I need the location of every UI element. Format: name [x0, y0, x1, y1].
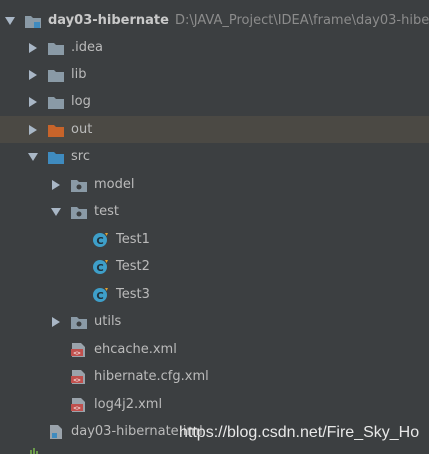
- package-label: utils: [94, 314, 122, 329]
- collapse-arrow-icon[interactable]: [50, 179, 62, 191]
- folder-icon: [48, 42, 64, 55]
- xml-file-icon: <>: [71, 397, 85, 412]
- class-label: Test2: [116, 259, 150, 274]
- src-label: src: [71, 149, 90, 164]
- java-class-icon: C: [93, 259, 108, 274]
- tree-row-idea[interactable]: .idea: [0, 34, 429, 61]
- collapse-arrow-icon[interactable]: [27, 42, 39, 54]
- folder-icon: [48, 96, 64, 109]
- tree-row-lib[interactable]: lib: [0, 61, 429, 88]
- svg-text:C: C: [96, 263, 103, 274]
- folder-icon: [48, 69, 64, 82]
- svg-text:<>: <>: [73, 377, 81, 384]
- folder-label: log: [71, 94, 91, 109]
- java-class-icon: C: [93, 232, 108, 247]
- svg-text:<>: <>: [73, 350, 81, 357]
- class-label: Test3: [116, 287, 150, 302]
- svg-text:<>: <>: [73, 405, 81, 412]
- expand-arrow-icon[interactable]: [27, 151, 39, 163]
- module-folder-icon: [25, 15, 41, 28]
- tree-row-utils[interactable]: utils: [0, 308, 429, 335]
- expand-arrow-icon[interactable]: [4, 15, 16, 27]
- tree-row-root[interactable]: day03-hibernate D:\JAVA_Project\IDEA\fram…: [0, 7, 429, 34]
- external-libraries-icon: [30, 448, 38, 454]
- java-class-icon: C: [93, 287, 108, 302]
- package-label: model: [94, 177, 135, 192]
- watermark-url: https://blog.csdn.net/Fire_Sky_Ho: [179, 424, 420, 441]
- root-name: day03-hibernate: [48, 13, 169, 28]
- tree-row-test3[interactable]: C Test3: [0, 281, 429, 308]
- tree-row-out[interactable]: out: [0, 116, 429, 143]
- package-icon: [71, 179, 87, 192]
- tree-row-hibernate-cfg-xml[interactable]: <> hibernate.cfg.xml: [0, 363, 429, 390]
- collapse-arrow-icon[interactable]: [27, 124, 39, 136]
- tree-row-src[interactable]: src: [0, 143, 429, 170]
- tree-row-log4j2-xml[interactable]: <> log4j2.xml: [0, 391, 429, 418]
- tree-row-test1[interactable]: C Test1: [0, 226, 429, 253]
- tree-row-test2[interactable]: C Test2: [0, 253, 429, 280]
- iml-file-icon: [50, 424, 62, 439]
- class-label: Test1: [116, 232, 150, 247]
- xml-file-icon: <>: [71, 369, 85, 384]
- folder-label: out: [71, 122, 93, 137]
- folder-label: .idea: [71, 40, 103, 55]
- tree-row-ehcache-xml[interactable]: <> ehcache.xml: [0, 336, 429, 363]
- root-path: D:\JAVA_Project\IDEA\frame\day03-hibe: [174, 13, 429, 28]
- svg-text:C: C: [96, 291, 103, 302]
- package-label: test: [94, 204, 119, 219]
- collapse-arrow-icon[interactable]: [27, 69, 39, 81]
- tree-row-model[interactable]: model: [0, 171, 429, 198]
- tree-row-log[interactable]: log: [0, 88, 429, 115]
- tree-row-test[interactable]: test: [0, 198, 429, 225]
- file-label: ehcache.xml: [94, 342, 177, 357]
- svg-text:C: C: [96, 236, 103, 247]
- package-icon: [71, 316, 87, 329]
- xml-file-icon: <>: [71, 342, 85, 357]
- file-label: hibernate.cfg.xml: [94, 369, 209, 384]
- root-label: day03-hibernate D:\JAVA_Project\IDEA\fram…: [48, 13, 429, 28]
- source-folder-icon: [48, 151, 64, 164]
- file-label: log4j2.xml: [94, 397, 163, 412]
- folder-label: lib: [71, 67, 87, 82]
- package-icon: [71, 206, 87, 219]
- folder-icon: [48, 124, 64, 137]
- expand-arrow-icon[interactable]: [50, 206, 62, 218]
- collapse-arrow-icon[interactable]: [27, 96, 39, 108]
- collapse-arrow-icon[interactable]: [50, 316, 62, 328]
